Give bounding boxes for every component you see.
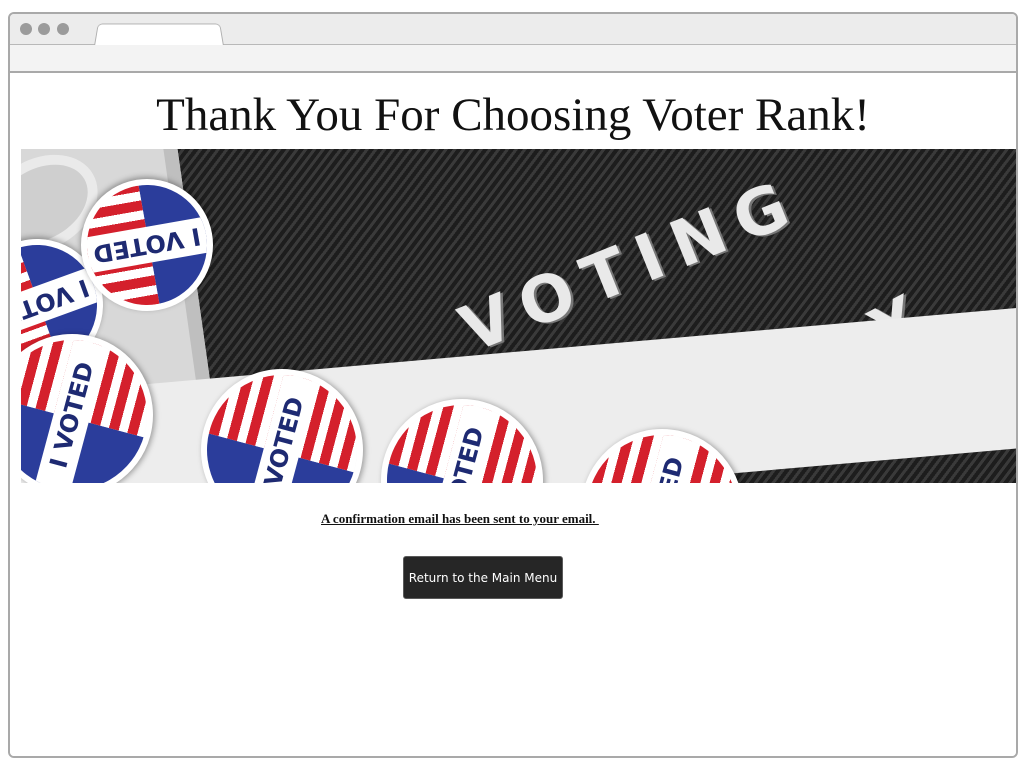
browser-tab[interactable] (94, 23, 224, 46)
window-minimize-dot-icon[interactable] (38, 23, 50, 35)
browser-address-bar[interactable] (10, 45, 1016, 73)
return-to-main-menu-button[interactable]: Return to the Main Menu (403, 556, 563, 599)
page-content: Thank You For Choosing Voter Rank! VOTIN… (10, 73, 1016, 756)
page-title: Thank You For Choosing Voter Rank! (156, 89, 870, 141)
confirmation-message: A confirmation email has been sent to yo… (321, 511, 599, 526)
browser-window: Thank You For Choosing Voter Rank! VOTIN… (8, 12, 1018, 758)
window-maximize-dot-icon[interactable] (57, 23, 69, 35)
browser-titlebar (10, 14, 1016, 46)
window-close-dot-icon[interactable] (20, 23, 32, 35)
voting-day-hero-image: VOTING DAY I VOTED I VOTED I VOTED I VOT… (21, 149, 1016, 483)
